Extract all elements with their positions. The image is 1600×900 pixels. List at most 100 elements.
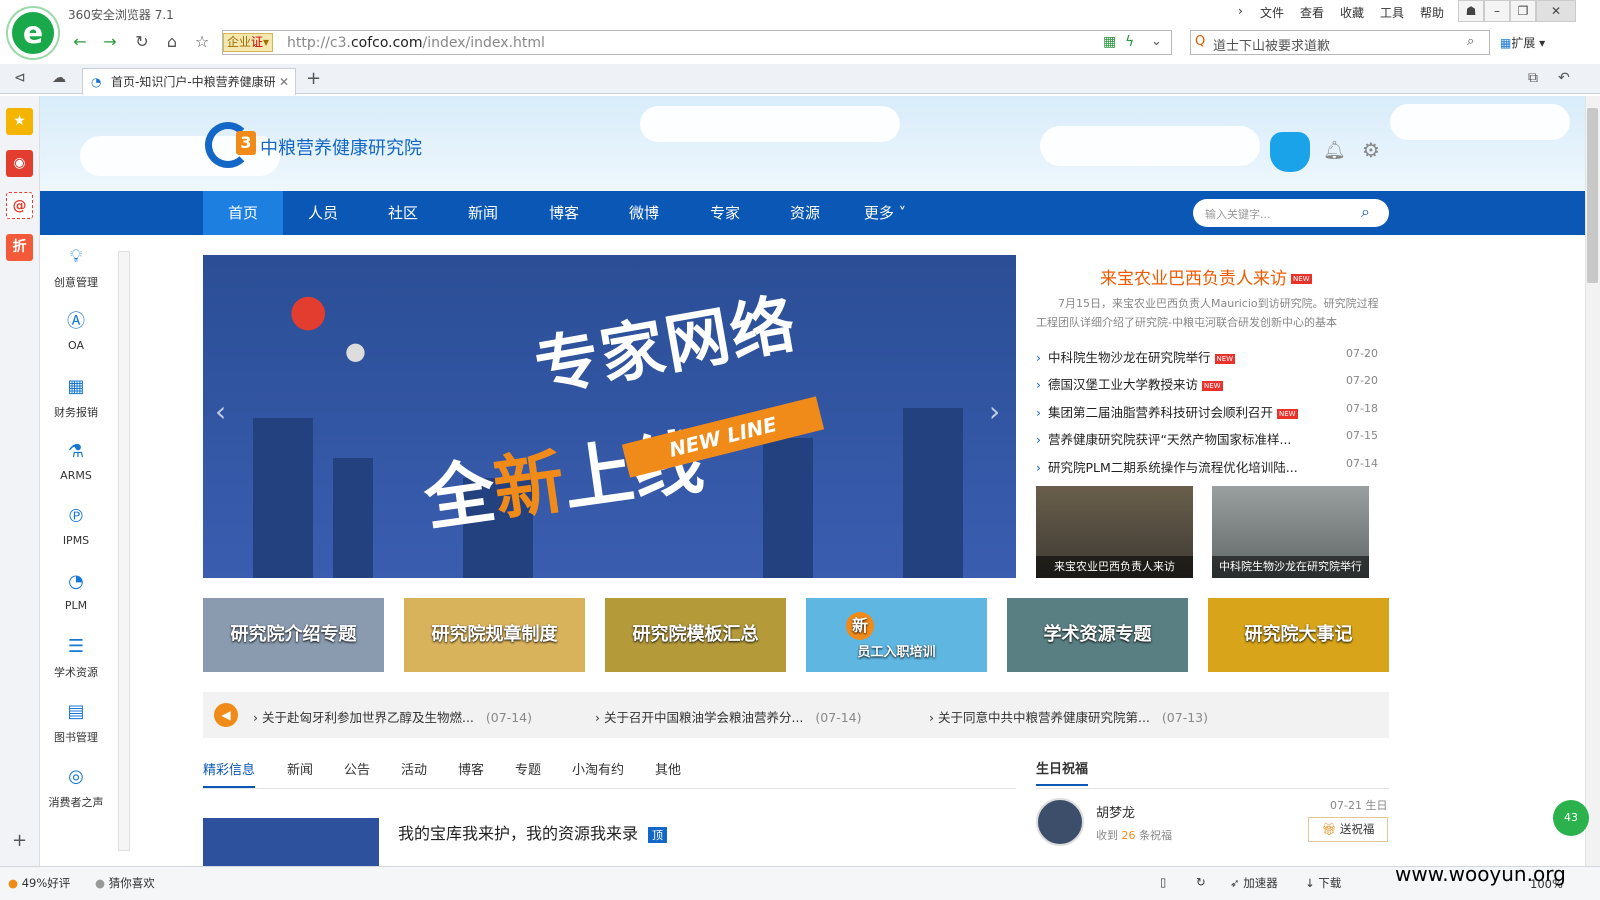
tab-topics[interactable]: 专题 — [515, 759, 541, 778]
lightning-icon[interactable]: ϟ — [1125, 34, 1134, 50]
search-icon[interactable]: ⌕ — [1467, 34, 1474, 49]
leftbar-item-ipms[interactable]: ℗ IPMS — [40, 506, 112, 547]
browser-tab-active[interactable]: ◔ 首页-知识门户-中粮营养健康研 ✕ — [82, 68, 296, 95]
menu-favorites[interactable]: 收藏 — [1340, 4, 1364, 21]
nav-resources[interactable]: 资源 — [765, 191, 845, 235]
favorite-star-icon[interactable]: ☆ — [190, 30, 214, 54]
url-input[interactable]: 企业证▾ http://c3.cofco.com/index/index.htm… — [222, 30, 1172, 55]
leftbar-item-academic[interactable]: ☰ 学术资源 — [40, 636, 112, 680]
news-item[interactable]: › 研究院PLM二期系统操作与流程优化培训陆... 07-14 — [1036, 457, 1378, 484]
tab-announcements[interactable]: 公告 — [344, 759, 370, 778]
download-button[interactable]: ↓ 下载 — [1305, 875, 1341, 891]
menu-view[interactable]: 查看 — [1300, 4, 1324, 21]
mobile-icon[interactable]: ▯ — [1160, 875, 1166, 889]
tab-other[interactable]: 其他 — [655, 759, 681, 778]
leftbar-item-library[interactable]: ▤ 图书管理 — [40, 701, 112, 745]
accelerator-button[interactable]: ➶ 加速器 — [1230, 875, 1278, 891]
refresh-icon[interactable]: ↻ — [130, 30, 154, 54]
site-search-placeholder[interactable]: 输入关键字... — [1205, 206, 1271, 222]
user-avatar[interactable] — [1270, 132, 1310, 172]
leftbar-scrollbar[interactable] — [118, 251, 130, 851]
menu-tools[interactable]: 工具 — [1380, 4, 1404, 21]
news-photo[interactable]: 来宝农业巴西负责人来访 — [1036, 486, 1193, 578]
maximize-button[interactable]: ❐ — [1510, 0, 1536, 22]
leftbar-item-arms[interactable]: ⚗ ARMS — [40, 441, 112, 482]
restore-tab-icon[interactable]: ⧉ — [1528, 70, 1538, 86]
notice-item[interactable]: › 关于召开中国粮油学会粮油营养分... (07-14) — [595, 707, 861, 726]
avatar[interactable] — [1036, 798, 1084, 846]
post-title[interactable]: 我的宝库我来护，我的资源我来录顶 — [398, 820, 668, 844]
nav-blog[interactable]: 博客 — [524, 191, 604, 235]
bell-icon[interactable]: 🔔︎ — [1323, 140, 1346, 161]
post-thumbnail[interactable] — [203, 818, 379, 866]
floating-assistant-icon[interactable]: 43 — [1553, 800, 1589, 836]
sidebar-toggle-icon[interactable]: ⊲ — [14, 70, 26, 86]
new-tab-button[interactable]: + — [306, 68, 321, 89]
news-item[interactable]: › 中科院生物沙龙在研究院举行 NEW 07-20 — [1036, 347, 1378, 374]
tab-close-icon[interactable]: ✕ — [279, 69, 289, 95]
notice-item[interactable]: › 关于赴匈牙利参加世界乙醇及生物燃... (07-14) — [253, 707, 532, 726]
nav-weibo[interactable]: 微博 — [604, 191, 684, 235]
browser-logo-icon[interactable]: e — [8, 8, 58, 58]
topic-tile[interactable]: 新员工入职培训 — [806, 598, 987, 672]
nav-people[interactable]: 人员 — [283, 191, 363, 235]
leftbar-item-oa[interactable]: Ⓐ OA — [40, 311, 112, 352]
search-icon[interactable]: ⌕ — [1361, 202, 1370, 222]
browser-search-input[interactable]: Q 道士下山被要求道歉 ⌕ — [1190, 30, 1490, 55]
topic-tile[interactable]: 研究院模板汇总 — [605, 598, 786, 672]
skin-icon[interactable]: ☗ — [1458, 0, 1484, 22]
menu-file[interactable]: 文件 — [1260, 4, 1284, 21]
back-icon[interactable]: ← — [68, 30, 92, 54]
tab-xiaotao[interactable]: 小淘有约 — [572, 759, 624, 778]
banner-next-arrow-icon[interactable]: › — [989, 395, 1000, 428]
news-photo[interactable]: 中科院生物沙龙在研究院举行 — [1212, 486, 1369, 578]
discount-icon[interactable]: 折 — [6, 234, 33, 261]
nav-more[interactable]: 更多 ˅ — [845, 191, 925, 235]
qrcode-icon[interactable]: ▦ — [1103, 34, 1116, 50]
menu-help[interactable]: 帮助 — [1420, 4, 1444, 21]
send-wishes-button[interactable]: 🎁︎ 送祝福 — [1308, 817, 1388, 842]
brand-name[interactable]: 中粮营养健康研究院 — [260, 134, 422, 160]
url-text[interactable]: http://c3.cofco.com/index/index.html — [287, 35, 545, 51]
leftbar-item-finance[interactable]: ▦ 财务报销 — [40, 376, 112, 420]
menu-expand-icon[interactable]: › — [1238, 4, 1243, 18]
birthday-person-name[interactable]: 胡梦龙 — [1096, 802, 1135, 821]
topic-tile[interactable]: 学术资源专题 — [1007, 598, 1188, 672]
news-item[interactable]: › 集团第二届油脂营养科技研讨会顺利召开 NEW 07-18 — [1036, 402, 1378, 429]
tab-blog[interactable]: 博客 — [458, 759, 484, 778]
news-item[interactable]: › 德国汉堡工业大学教授来访 NEW 07-20 — [1036, 374, 1378, 401]
extend-button[interactable]: ▦扩展 ▾ — [1500, 34, 1545, 51]
topic-tile[interactable]: 研究院规章制度 — [404, 598, 585, 672]
cloud-icon[interactable]: ☁ — [52, 70, 66, 86]
home-icon[interactable]: ⌂ — [160, 30, 184, 54]
nav-community[interactable]: 社区 — [363, 191, 443, 235]
leftbar-item-plm[interactable]: ◔ PLM — [40, 571, 112, 612]
news-item[interactable]: › 营养健康研究院获评“天然产物国家标准样... 07-15 — [1036, 429, 1378, 456]
topic-tile[interactable]: 研究院大事记 — [1208, 598, 1389, 672]
page-scrollbar-thumb[interactable] — [1587, 108, 1598, 283]
tab-news[interactable]: 新闻 — [287, 759, 313, 778]
minimize-button[interactable]: – — [1484, 0, 1510, 22]
leftbar-item-idea[interactable]: 💡︎ 创意管理 — [40, 246, 112, 290]
search-text[interactable]: 道士下山被要求道歉 — [1213, 35, 1330, 54]
refresh-status-icon[interactable]: ↻ — [1196, 875, 1206, 889]
search-engine-icon[interactable]: Q — [1195, 34, 1205, 49]
favorites-star-icon[interactable]: ★ — [6, 108, 33, 135]
weibo-icon[interactable]: ◉ — [6, 150, 33, 177]
close-button[interactable]: ✕ — [1536, 0, 1576, 22]
settings-gear-icon[interactable]: ⚙ — [1362, 138, 1380, 162]
dropdown-chevron-icon[interactable]: ⌄ — [1151, 34, 1162, 49]
site-search-input[interactable]: 输入关键字... ⌕ — [1193, 199, 1389, 227]
tab-highlights[interactable]: 精彩信息 — [203, 759, 256, 788]
topic-tile[interactable]: 研究院介绍专题 — [203, 598, 384, 672]
banner-prev-arrow-icon[interactable]: ‹ — [215, 395, 226, 428]
add-rail-icon[interactable]: + — [12, 830, 27, 851]
rating-status[interactable]: ● 49%好评 — [8, 875, 70, 891]
email-icon[interactable]: @ — [6, 192, 33, 219]
hero-banner[interactable]: ● ● 专家网络 全新上线 NEW LINE ‹ › — [203, 255, 1016, 578]
leftbar-item-consumer[interactable]: ◎ 消费者之声 — [40, 766, 112, 810]
tab-activities[interactable]: 活动 — [401, 759, 427, 778]
nav-experts[interactable]: 专家 — [685, 191, 765, 235]
headline-title[interactable]: 来宝农业巴西负责人来访 NEW — [1100, 264, 1312, 289]
notice-item[interactable]: › 关于同意中共中粮营养健康研究院第... (07-13) — [929, 707, 1208, 726]
